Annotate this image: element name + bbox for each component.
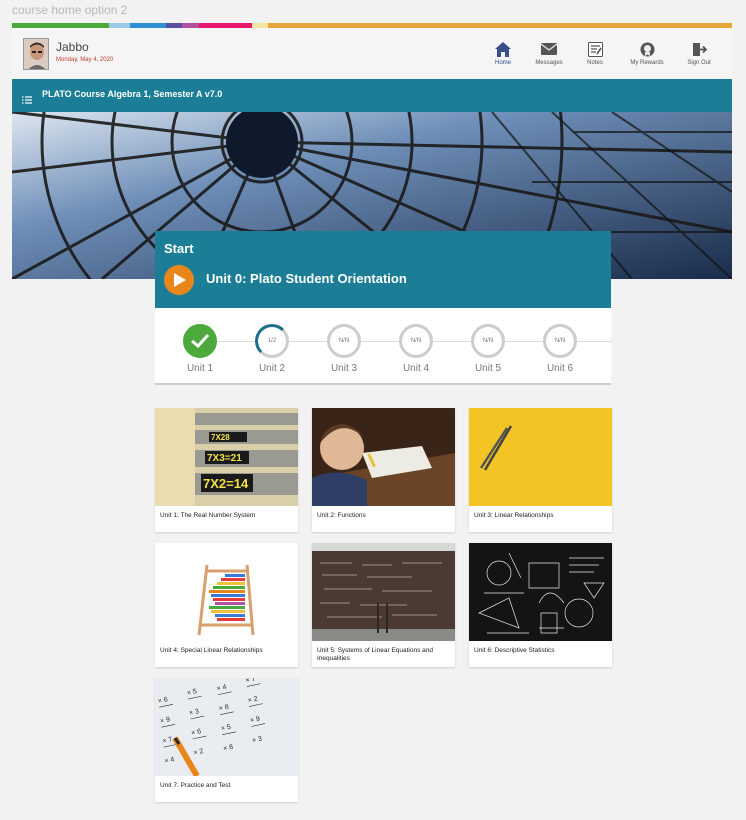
avatar[interactable] [23,38,49,70]
unit-tile-6[interactable]: Unit 6: Descriptive Statistics [469,543,612,667]
svg-text:7X2=14: 7X2=14 [203,476,249,491]
progress-ring: N/N [327,324,361,358]
unit-title: Unit 4: Special Linear Relationships [160,647,263,654]
menu-list-icon[interactable] [22,91,32,104]
unit-7-worksheet-image: × 6 × 5 × 4 × 7 × 9 × 3 × 8 × 2 × 7 × 6 × 5 × 9 ×… [155,678,298,776]
play-button[interactable] [164,265,194,295]
start-label: Start [164,241,194,256]
progress-step-unit-4[interactable]: N/N Unit 4 [389,324,443,374]
nav-home[interactable]: Home [480,40,526,66]
unit-tile-7[interactable]: × 6 × 5 × 4 × 7 × 9 × 3 × 8 × 2 × 7 × 6 × 5 × 9 ×… [155,678,298,802]
nav-label: Home [494,60,511,66]
top-nav: Home Messages Notes My Rewards Sign Out [480,40,722,66]
course-bar: PLATO Course Algebra 1, Semester A v7.0 [12,79,732,112]
progress-ring: N/N [471,324,505,358]
unit-title: Unit 2: Functions [317,512,366,519]
unit-1-stairs-image: 7X28 7X3=21 7X2=14 [155,408,298,506]
unit-5-chalkboard-image [312,543,455,641]
nav-notes[interactable]: Notes [572,40,618,66]
unit-3-pencils-image [469,408,612,506]
progress-step-label: Unit 3 [330,363,358,374]
progress-step-unit-3[interactable]: N/N Unit 3 [317,324,371,374]
unit-tile-2[interactable]: Unit 2: Functions [312,408,455,532]
progress-step-label: Unit 5 [474,363,502,374]
progress-step-label: Unit 4 [402,363,430,374]
start-unit-title[interactable]: Unit 0: Plato Student Orientation [206,271,407,286]
check-icon [183,324,217,358]
unit-2-student-image [312,408,455,506]
home-icon [494,40,512,58]
nav-label: My Rewards [630,60,664,66]
unit-title: Unit 1: The Real Number System [160,512,256,519]
sign-out-icon [690,40,708,58]
progress-ring: 1/2 [255,324,289,358]
unit-title: Unit 5: Systems of Linear Equations and … [317,647,433,662]
top-bar: Jabbo Monday, May 4, 2020 Home Messages … [12,28,732,79]
progress-step-label: Unit 6 [546,363,574,374]
nav-sign-out[interactable]: Sign Out [676,40,722,66]
unit-title: Unit 3: Linear Relationships [474,512,554,519]
unit-title: Unit 7: Practice and Test [160,782,231,789]
rewards-icon [638,40,656,58]
notes-icon [586,40,604,58]
user-date: Monday, May 4, 2020 [56,57,114,63]
progress-step-label: Unit 1 [186,363,214,374]
play-icon [174,273,186,287]
nav-messages[interactable]: Messages [526,40,572,66]
progress-step-label: Unit 2 [258,363,286,374]
unit-title: Unit 6: Descriptive Statistics [474,647,555,654]
unit-tile-5[interactable]: Unit 5: Systems of Linear Equations and … [312,543,455,667]
page-label: course home option 2 [12,3,128,17]
unit-tile-3[interactable]: Unit 3: Linear Relationships [469,408,612,532]
svg-text:7X3=21: 7X3=21 [207,453,242,464]
unit-6-statistics-board-image [469,543,612,641]
start-card: Start Unit 0: Plato Student Orientation [155,231,611,308]
progress-step-unit-6[interactable]: N/N Unit 6 [533,324,587,374]
unit-tile-4[interactable]: Unit 4: Special Linear Relationships [155,543,298,667]
nav-label: Messages [535,60,563,66]
unit-tile-1[interactable]: 7X28 7X3=21 7X2=14 Unit 1: The Real Numb… [155,408,298,532]
progress-step-unit-1[interactable]: Unit 1 [173,324,227,374]
course-title: PLATO Course Algebra 1, Semester A v7.0 [42,89,223,99]
progress-ring: N/N [543,324,577,358]
progress-step-unit-2[interactable]: 1/2 Unit 2 [245,324,299,374]
user-name: Jabbo [56,40,89,54]
progress-ring: N/N [399,324,433,358]
progress-step-unit-5[interactable]: N/N Unit 5 [461,324,515,374]
envelope-icon [540,40,558,58]
nav-label: Sign Out [687,60,711,66]
nav-label: Notes [587,60,603,66]
unit-4-abacus-image [155,543,298,641]
svg-text:7X28: 7X28 [211,433,230,442]
nav-my-rewards[interactable]: My Rewards [618,40,676,66]
unit-progress-strip: Unit 1 1/2 Unit 2 N/N Unit 3 N/N Unit 4 … [155,308,611,385]
